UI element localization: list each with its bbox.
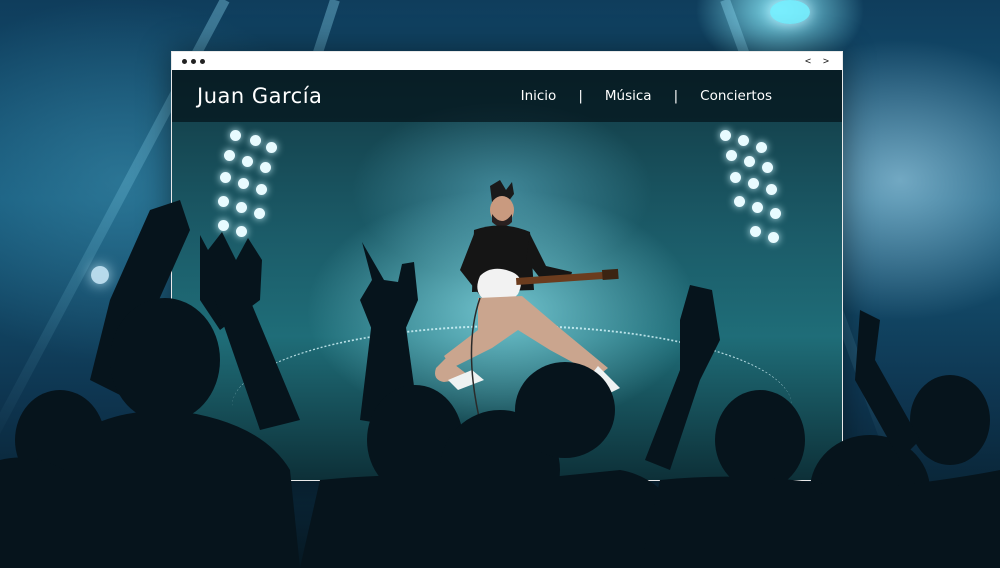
stage-lights-right: [720, 130, 790, 250]
window-dot-icon[interactable]: [182, 58, 187, 64]
window-controls: [182, 58, 205, 64]
nav-separator: |: [578, 88, 583, 104]
bokeh-light: [91, 266, 109, 284]
site-header: Juan García Inicio | Música | Conciertos: [172, 70, 842, 122]
nav-link-inicio[interactable]: Inicio: [521, 88, 557, 104]
nav-separator: |: [673, 88, 679, 104]
bokeh-light: [770, 0, 810, 24]
nav-link-conciertos[interactable]: Conciertos: [700, 88, 772, 104]
browser-nav-arrows[interactable]: < >: [805, 56, 832, 67]
window-dot-icon[interactable]: [200, 58, 205, 64]
browser-window: < > Juan García Inicio | Música | Concie…: [171, 51, 843, 481]
hero-section: Juan García Inicio | Música | Conciertos: [172, 70, 842, 480]
guitarist-image: [435, 180, 620, 430]
site-brand[interactable]: Juan García: [197, 84, 322, 108]
nav-link-musica[interactable]: Música: [605, 88, 652, 104]
window-dot-icon[interactable]: [191, 58, 196, 64]
browser-toolbar: < >: [172, 52, 842, 70]
main-nav: Inicio | Música | Conciertos: [521, 88, 772, 104]
stage-lights-left: [210, 130, 280, 250]
